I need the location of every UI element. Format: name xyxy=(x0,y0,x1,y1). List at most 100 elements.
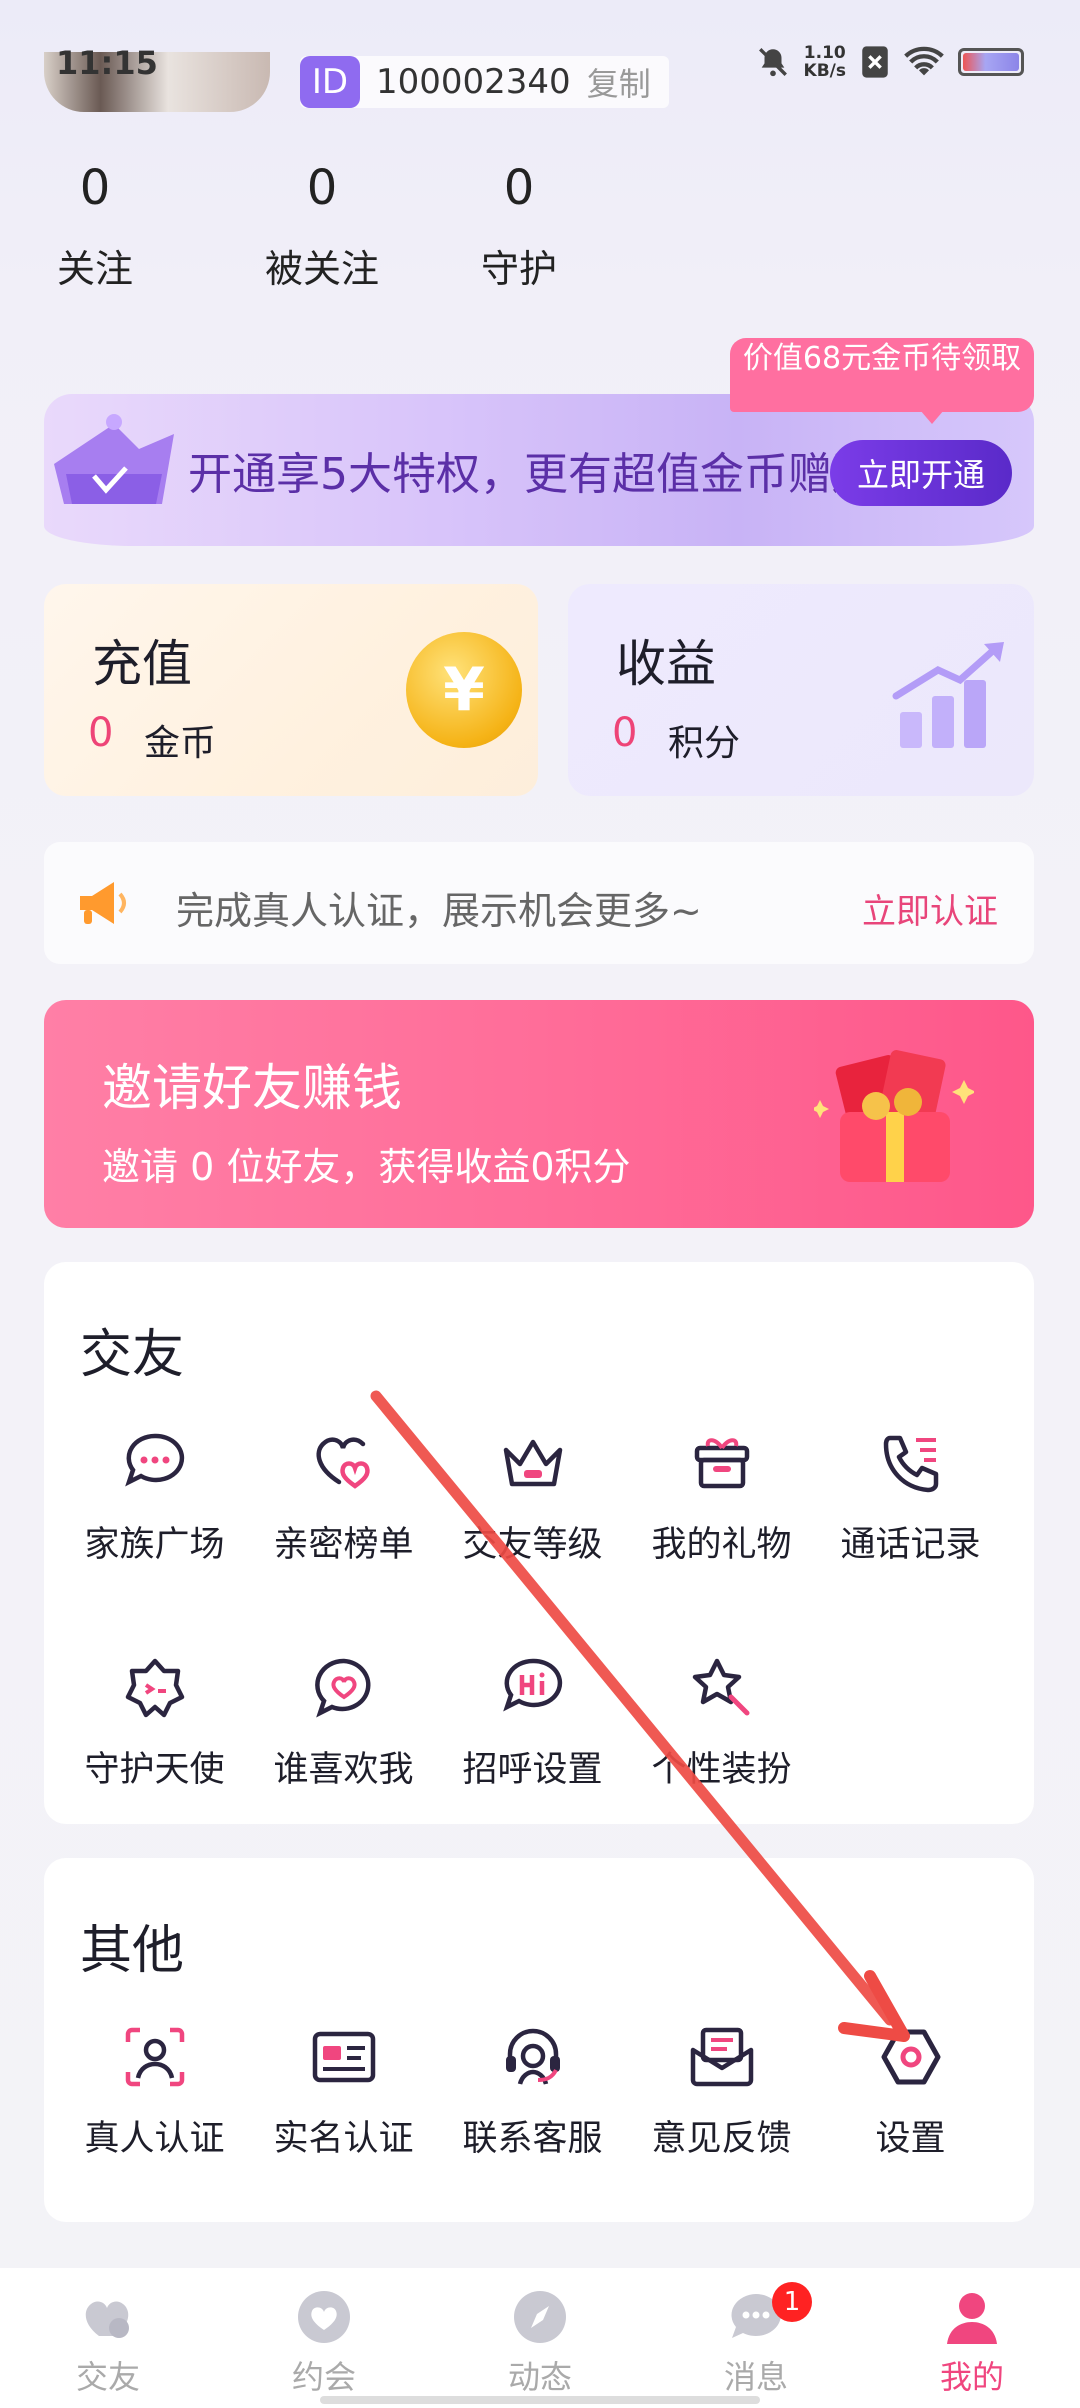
menu-label: 招呼设置 xyxy=(462,1750,603,1790)
status-time: 11:15 xyxy=(56,44,158,82)
income-unit: 积分 xyxy=(668,723,741,764)
menu-label: 守护天使 xyxy=(84,1750,225,1790)
other-section-title: 其他 xyxy=(80,1921,185,1981)
menu-label: 家族广场 xyxy=(84,1525,225,1565)
tab-label: 约会 xyxy=(291,2358,356,2396)
invite-subtitle: 邀请 0 位好友，获得收益0积分 xyxy=(102,1145,631,1189)
tab-friends[interactable]: 交友 xyxy=(0,2268,216,2408)
date-tab-icon xyxy=(298,2291,350,2343)
moments-tab-icon xyxy=(514,2291,566,2343)
chat-bubble-icon xyxy=(124,1433,184,1487)
tab-label: 动态 xyxy=(507,2358,572,2396)
recharge-value: 0 xyxy=(88,710,114,756)
tab-label: 消息 xyxy=(723,2358,788,2396)
id-tag: ID xyxy=(300,56,360,108)
verify-now-link[interactable]: 立即认证 xyxy=(862,884,998,933)
tab-messages[interactable]: 消息 1 xyxy=(648,2268,864,2408)
stat-guard[interactable]: 0 守护 xyxy=(464,160,676,293)
invite-banner[interactable]: 邀请好友赚钱 邀请 0 位好友，获得收益0积分 xyxy=(44,1000,1034,1228)
menu-contact-support[interactable]: 联系客服 xyxy=(438,2022,627,2161)
friends-tab-icon xyxy=(85,2301,129,2338)
menu-settings[interactable]: 设置 xyxy=(816,2022,1005,2161)
user-id-number: 100002340 xyxy=(376,62,571,102)
menu-label: 联系客服 xyxy=(462,2119,603,2159)
stat-label: 被关注 xyxy=(264,247,379,291)
face-scan-icon xyxy=(125,2027,184,2087)
menu-real-name-verify[interactable]: 实名认证 xyxy=(249,2022,438,2161)
gift-box-illustration xyxy=(814,1050,974,1182)
user-id-chip: ID 100002340 复制 xyxy=(300,56,669,108)
friends-section: 交友 家族广场 亲密榜单 交友等级 我的礼物 通话记录 守护天使 谁喜欢我 招呼… xyxy=(44,1262,1034,1824)
other-section: 其他 真人认证 实名认证 联系客服 意见反馈 设置 xyxy=(44,1858,1034,2222)
menu-guardian-angel[interactable]: 守护天使 xyxy=(60,1653,249,1792)
menu-call-records[interactable]: 通话记录 xyxy=(816,1428,1005,1567)
gift-box-icon xyxy=(694,1438,749,1489)
income-card[interactable]: 收益 0 积分 xyxy=(568,584,1034,796)
menu-label: 通话记录 xyxy=(840,1525,981,1565)
menu-label: 亲密榜单 xyxy=(273,1525,414,1565)
notice-text: 完成真人认证，展示机会更多~ xyxy=(176,889,702,933)
stat-count: 0 xyxy=(503,160,535,216)
tab-mine[interactable]: 我的 xyxy=(864,2268,1080,2408)
heart-bubble-icon xyxy=(314,1658,370,1718)
vip-promo-text: 开通享5大特权，更有超值金币赠送 xyxy=(188,449,876,500)
growth-chart-icon xyxy=(892,642,1004,748)
star-wand-icon xyxy=(692,1658,749,1716)
promo-tag: 价值68元金币待领取 xyxy=(730,338,1034,412)
status-icons: 1.10 KB/s xyxy=(756,44,1024,80)
stat-followers[interactable]: 0 被关注 xyxy=(252,160,464,293)
tab-label: 交友 xyxy=(75,2358,140,2396)
stat-label: 守护 xyxy=(480,247,557,291)
promo-tag-tail xyxy=(920,410,944,424)
menu-label: 实名认证 xyxy=(273,2119,414,2159)
income-value: 0 xyxy=(612,710,638,756)
recharge-unit: 金币 xyxy=(144,723,217,764)
menu-label: 个性装扮 xyxy=(651,1750,792,1790)
settings-hexagon-icon xyxy=(881,2029,940,2085)
menu-greeting-settings[interactable]: 招呼设置 xyxy=(438,1653,627,1792)
menu-intimacy-ranking[interactable]: 亲密榜单 xyxy=(249,1428,438,1567)
mute-bell-icon xyxy=(758,48,787,77)
unread-badge: 1 xyxy=(772,2282,812,2322)
vip-crown-icon xyxy=(54,414,174,504)
home-indicator[interactable] xyxy=(320,2396,760,2404)
angel-icon xyxy=(125,1658,184,1718)
income-title: 收益 xyxy=(616,635,716,693)
menu-feedback[interactable]: 意见反馈 xyxy=(627,2022,816,2161)
megaphone-icon xyxy=(80,882,126,924)
hearts-icon xyxy=(316,1437,370,1489)
network-speed: 1.10 KB/s xyxy=(804,44,846,80)
phone-log-icon xyxy=(883,1435,938,1493)
stat-label: 关注 xyxy=(56,247,133,291)
friends-section-title: 交友 xyxy=(80,1325,185,1385)
menu-personal-dressup[interactable]: 个性装扮 xyxy=(627,1653,816,1792)
menu-family-square[interactable]: 家族广场 xyxy=(60,1428,249,1567)
menu-my-gifts[interactable]: 我的礼物 xyxy=(627,1428,816,1567)
headset-icon xyxy=(505,2028,560,2085)
stat-count: 0 xyxy=(79,160,111,216)
wifi-icon xyxy=(904,46,944,76)
tab-moments[interactable]: 动态 xyxy=(432,2268,648,2408)
menu-label: 交友等级 xyxy=(462,1525,603,1565)
no-sim-icon xyxy=(862,46,888,78)
recharge-card[interactable]: 充值 0 金币 ¥ xyxy=(44,584,538,796)
stat-count: 0 xyxy=(306,160,338,216)
menu-friend-level[interactable]: 交友等级 xyxy=(438,1428,627,1567)
menu-who-likes-me[interactable]: 谁喜欢我 xyxy=(249,1653,438,1792)
invite-title: 邀请好友赚钱 xyxy=(102,1059,402,1117)
menu-label: 谁喜欢我 xyxy=(273,1750,414,1790)
copy-id-button[interactable]: 复制 xyxy=(587,59,651,105)
mail-icon xyxy=(690,2027,753,2087)
tab-dating[interactable]: 约会 xyxy=(216,2268,432,2408)
menu-real-person-verify[interactable]: 真人认证 xyxy=(60,2022,249,2161)
menu-label: 设置 xyxy=(875,2119,946,2159)
bottom-tab-bar: 交友 约会 动态 消息 1 我的 xyxy=(0,2268,1080,2408)
coin-icon: ¥ xyxy=(406,632,522,748)
menu-label: 我的礼物 xyxy=(651,1525,792,1565)
stat-following[interactable]: 0 关注 xyxy=(40,160,252,293)
crown-icon xyxy=(503,1439,562,1487)
speed-value: 1.10 xyxy=(803,43,846,63)
profile-tab-icon xyxy=(947,2293,997,2344)
verify-notice[interactable]: 完成真人认证，展示机会更多~ 立即认证 xyxy=(44,842,1034,964)
vip-open-button[interactable]: 立即开通 xyxy=(830,440,1012,506)
